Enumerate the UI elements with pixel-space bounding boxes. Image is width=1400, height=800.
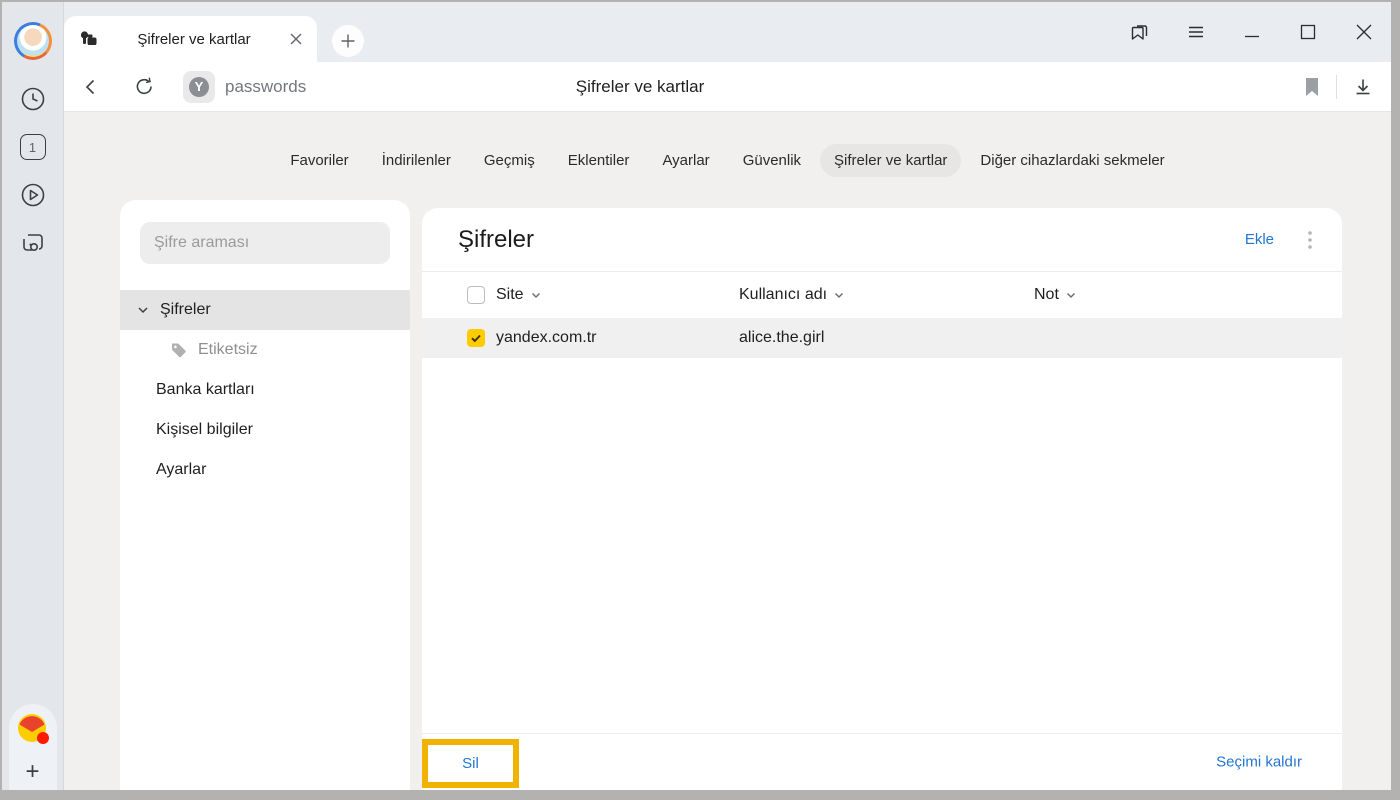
yandex-y-icon: Y [189, 77, 209, 97]
password-search-input[interactable] [140, 222, 390, 264]
page-title: Şifreler ve kartlar [576, 77, 704, 97]
tab-guvenlik[interactable]: Güvenlik [729, 144, 815, 177]
minimize-icon[interactable] [1241, 21, 1263, 43]
history-clock-icon[interactable] [18, 84, 48, 114]
menu-icon[interactable] [1185, 21, 1207, 43]
active-tab[interactable]: Şifreler ve kartlar [64, 16, 317, 62]
row-username: alice.the.girl [739, 329, 1034, 347]
tab-favoriler[interactable]: Favoriler [276, 144, 362, 177]
passwords-key-icon [79, 29, 99, 49]
password-row[interactable]: yandex.com.tr alice.the.girl [422, 318, 1342, 358]
user-avatar[interactable] [14, 22, 52, 60]
chevron-down-icon [137, 304, 149, 316]
tabs-count-badge: 1 [20, 134, 46, 160]
browser-side-rail: 1 + [2, 2, 64, 790]
add-password-button[interactable]: Ekle [1245, 231, 1274, 248]
sidebar-item-label: Etiketsiz [198, 341, 258, 359]
maximize-icon[interactable] [1297, 21, 1319, 43]
tab-eklentiler[interactable]: Eklentiler [554, 144, 644, 177]
bookmarks-panel-icon[interactable] [1129, 21, 1151, 43]
tab-title: Şifreler ve kartlar [99, 31, 289, 48]
sidebar-item-label: Ayarlar [156, 461, 206, 479]
page-content: Favoriler İndirilenler Geçmiş Eklentiler… [64, 112, 1391, 790]
passwords-panel: Şifreler Ekle Site Kullanıc [422, 208, 1342, 790]
screenshot-icon[interactable] [18, 228, 48, 258]
select-all-checkbox[interactable] [467, 286, 485, 304]
window-controls [1129, 2, 1375, 62]
tab-diger-cihazlar[interactable]: Diğer cihazlardaki sekmeler [966, 144, 1178, 177]
tab-close-icon[interactable] [289, 32, 303, 46]
clear-selection-link[interactable]: Seçimi kaldır [1216, 754, 1302, 771]
bookmark-icon[interactable] [1304, 77, 1320, 97]
sidebar-item-kisisel-bilgiler[interactable]: Kişisel bilgiler [120, 410, 410, 450]
panel-title: Şifreler [458, 226, 1245, 254]
sidebar-item-label: Şifreler [160, 301, 211, 319]
sidebar-item-label: Kişisel bilgiler [156, 421, 253, 439]
browser-window: 1 + Şifreler ve kartlar [2, 2, 1391, 790]
play-icon[interactable] [18, 180, 48, 210]
window-close-icon[interactable] [1353, 21, 1375, 43]
panel-header: Şifreler Ekle [422, 208, 1342, 272]
more-options-icon[interactable] [1308, 231, 1312, 249]
tab-gecmis[interactable]: Geçmiş [470, 144, 549, 177]
sort-chevron-icon[interactable] [834, 290, 844, 300]
column-header-note[interactable]: Not [1034, 286, 1059, 304]
passwords-sidebar: Şifreler Etiketsiz Banka kartları Kişise… [120, 200, 410, 790]
row-site: yandex.com.tr [496, 329, 739, 347]
yandex-mail-icon[interactable] [16, 712, 50, 746]
delete-button-highlight[interactable]: Sil [422, 739, 519, 788]
back-arrow-icon[interactable] [80, 76, 102, 98]
sidebar-item-sifreler[interactable]: Şifreler [120, 290, 410, 330]
sort-chevron-icon[interactable] [1066, 290, 1076, 300]
column-header-username[interactable]: Kullanıcı adı [739, 286, 827, 304]
table-header: Site Kullanıcı adı Not [422, 272, 1342, 318]
toolbar-separator [1336, 75, 1337, 99]
address-query[interactable]: passwords [225, 77, 306, 97]
column-header-site[interactable]: Site [496, 286, 524, 304]
sidebar-item-label: Banka kartları [156, 381, 255, 399]
sidebar-item-etiketsiz[interactable]: Etiketsiz [120, 330, 410, 370]
sidebar-item-banka-kartlari[interactable]: Banka kartları [120, 370, 410, 410]
tab-indirilenler[interactable]: İndirilenler [368, 144, 465, 177]
sidebar-item-ayarlar[interactable]: Ayarlar [120, 450, 410, 490]
tab-strip: Şifreler ve kartlar [64, 2, 1391, 62]
reload-icon[interactable] [134, 76, 155, 97]
toolbar: Y passwords Şifreler ve kartlar [64, 62, 1391, 112]
avatar-image [17, 25, 49, 57]
sort-chevron-icon[interactable] [531, 290, 541, 300]
tag-icon [170, 342, 187, 359]
delete-button[interactable]: Sil [462, 755, 479, 772]
site-favicon-badge[interactable]: Y [183, 71, 215, 103]
panel-footer: Sil Seçimi kaldır [422, 733, 1342, 790]
section-tabs: Favoriler İndirilenler Geçmiş Eklentiler… [64, 144, 1391, 177]
toolbar-right [1304, 75, 1373, 99]
tab-ayarlar[interactable]: Ayarlar [648, 144, 723, 177]
tab-sifreler-ve-kartlar[interactable]: Şifreler ve kartlar [820, 144, 961, 177]
add-panel-icon[interactable]: + [25, 760, 39, 784]
download-icon[interactable] [1353, 77, 1373, 97]
rail-bottom-panel: + [9, 704, 57, 790]
tabs-counter[interactable]: 1 [18, 132, 48, 162]
new-tab-icon[interactable] [332, 25, 364, 57]
row-checkbox-checked[interactable] [467, 329, 485, 347]
